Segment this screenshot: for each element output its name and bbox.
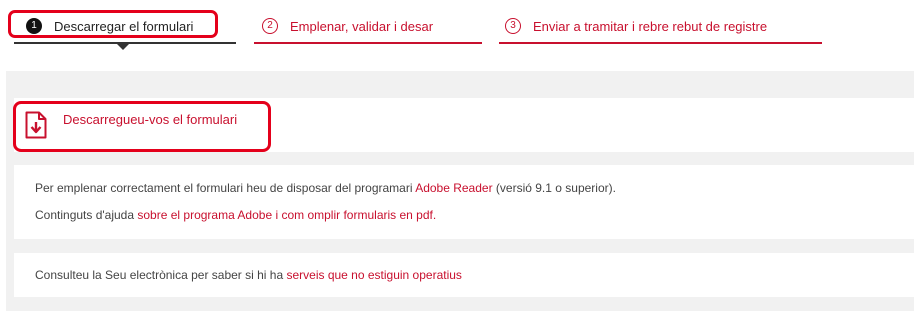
inactive-services-link[interactable]: serveis que no estiguin operatius bbox=[286, 268, 461, 282]
step-3-tab[interactable]: 3 Enviar a tramitar i rebre rebut de reg… bbox=[505, 14, 767, 38]
step-3-number: 3 bbox=[505, 18, 521, 34]
step-2-label: Emplenar, validar i desar bbox=[290, 18, 434, 34]
step-2-underline bbox=[254, 42, 482, 44]
service-status-text: Consulteu la Seu electrònica per saber s… bbox=[35, 268, 462, 282]
step-1-highlight-frame bbox=[8, 10, 218, 38]
step-3-underline bbox=[499, 42, 822, 44]
adobe-requirement-text: Per emplenar correctament el formulari h… bbox=[35, 181, 616, 195]
help-content-text: Continguts d'ajuda sobre el programa Ado… bbox=[35, 208, 436, 222]
info-card bbox=[14, 165, 914, 239]
active-step-caret-icon bbox=[117, 44, 129, 50]
service-status-pre: Consulteu la Seu electrònica per saber s… bbox=[35, 268, 287, 282]
help-content-link[interactable]: sobre el programa Adobe i com omplir for… bbox=[137, 208, 436, 222]
adobe-requirement-pre: Per emplenar correctament el formulari h… bbox=[35, 181, 416, 195]
adobe-reader-link[interactable]: Adobe Reader bbox=[415, 181, 492, 195]
download-highlight-frame bbox=[13, 101, 271, 152]
step-3-label: Enviar a tramitar i rebre rebut de regis… bbox=[533, 18, 768, 34]
step-2-number: 2 bbox=[262, 18, 278, 34]
step-2-tab[interactable]: 2 Emplenar, validar i desar bbox=[262, 14, 433, 38]
adobe-requirement-post: (versió 9.1 o superior). bbox=[492, 181, 616, 195]
help-content-pre: Continguts d'ajuda bbox=[35, 208, 138, 222]
